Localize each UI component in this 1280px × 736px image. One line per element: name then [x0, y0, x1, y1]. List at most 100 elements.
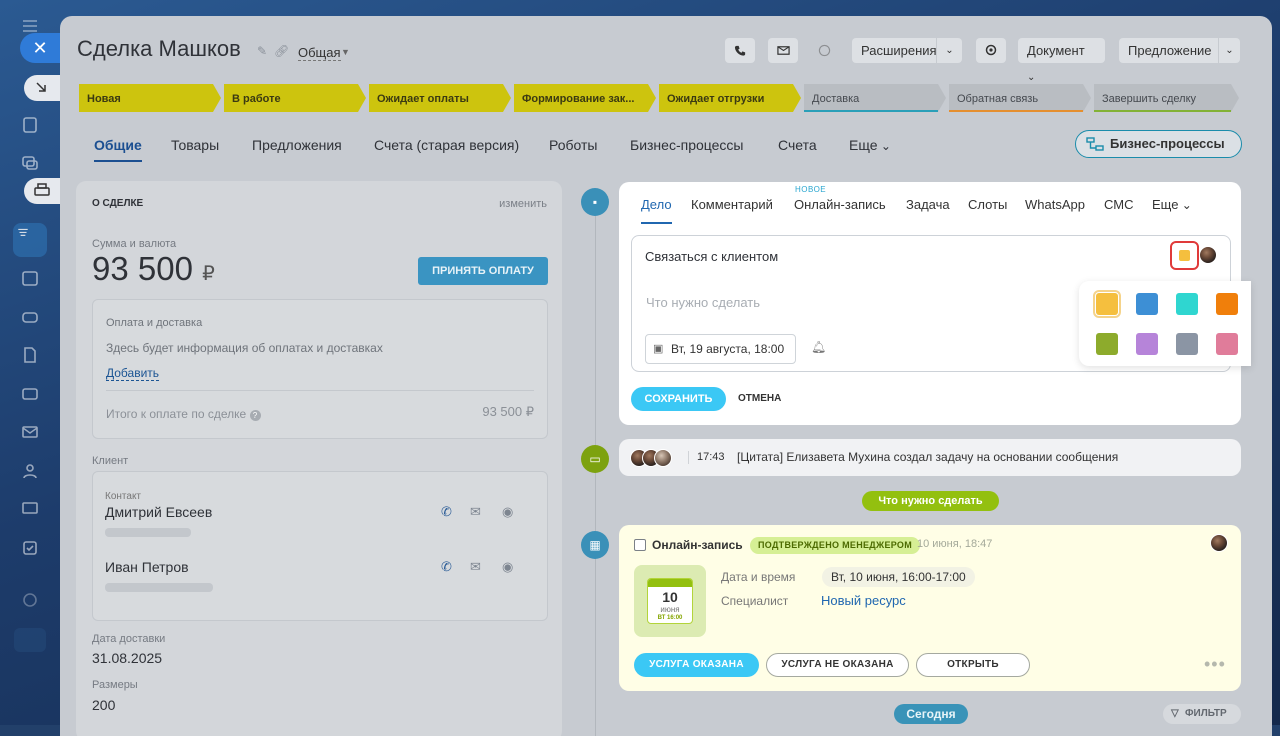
stage-2[interactable]: В работе: [224, 84, 366, 112]
tab-8[interactable]: Еще ⌄: [849, 137, 891, 153]
size-value: 200: [92, 697, 116, 713]
business-process-button[interactable]: Бизнес-процессы: [1075, 130, 1242, 158]
chevron-down-icon: ⌄: [1178, 198, 1192, 212]
mail-icon[interactable]: ✉: [470, 559, 481, 575]
bell-icon[interactable]: 🔔︎: [811, 340, 826, 354]
todo-title-input[interactable]: Связаться с клиентом: [645, 249, 778, 264]
timeline-activity[interactable]: 17:43 [Цитата] Елизавета Мухина создал з…: [619, 439, 1241, 476]
phone-icon[interactable]: ✆: [441, 504, 452, 520]
tab-3[interactable]: Предложения: [252, 137, 342, 153]
color-swatch[interactable]: [1093, 290, 1121, 318]
pencil-icon[interactable]: ✎: [257, 44, 269, 58]
todo-description-input[interactable]: Что нужно сделать: [646, 295, 760, 310]
contact-name[interactable]: Иван Петров: [105, 559, 189, 575]
editor-tab-6[interactable]: WhatsApp: [1025, 197, 1085, 212]
stage-8[interactable]: Завершить сделку: [1094, 84, 1239, 112]
help-icon[interactable]: ?: [249, 410, 261, 421]
tab-2[interactable]: Товары: [171, 137, 219, 153]
document-icon[interactable]: [20, 115, 40, 135]
stage-6[interactable]: Доставка: [804, 84, 946, 112]
link-icon[interactable]: 🔗︎: [274, 44, 289, 58]
color-picker-button[interactable]: [1170, 241, 1199, 270]
editor-tab-7[interactable]: СМС: [1104, 197, 1133, 212]
color-swatch[interactable]: [1216, 333, 1238, 355]
card-icon[interactable]: [20, 384, 40, 404]
avatar[interactable]: [1199, 246, 1217, 264]
editor-tab-3[interactable]: Онлайн-запись: [794, 197, 886, 212]
chevron-down-icon[interactable]: ⌄: [1218, 38, 1240, 63]
deadline-picker[interactable]: ▣ Вт, 19 августа, 18:00: [645, 334, 796, 364]
extensions-button[interactable]: Расширения ⌄: [852, 38, 962, 63]
editor-tab-4[interactable]: Задача: [906, 197, 950, 212]
color-swatch[interactable]: [1216, 293, 1238, 315]
editor-tab-2[interactable]: Комментарий: [691, 197, 773, 212]
crm-filter-icon[interactable]: [13, 223, 47, 257]
color-swatch[interactable]: [1176, 293, 1198, 315]
color-swatch[interactable]: [1136, 293, 1158, 315]
color-swatch[interactable]: [1136, 333, 1158, 355]
stage-7[interactable]: Обратная связь: [949, 84, 1091, 112]
print-icon[interactable]: [24, 178, 60, 204]
app-icon[interactable]: [14, 628, 46, 652]
users-icon[interactable]: [20, 461, 40, 481]
color-swatch[interactable]: [1176, 333, 1198, 355]
editor-tab-1[interactable]: Дело: [641, 197, 672, 224]
tab-5[interactable]: Роботы: [549, 137, 597, 153]
editor-tab-8[interactable]: Еще ⌄: [1152, 197, 1192, 212]
robot-icon[interactable]: [20, 306, 40, 326]
messenger-icon[interactable]: [809, 38, 839, 63]
editor-tab-5[interactable]: Слоты: [968, 197, 1007, 212]
left-sidebar: ✕: [0, 0, 60, 725]
monitor-icon[interactable]: [20, 499, 40, 519]
checkbox-icon[interactable]: [20, 538, 40, 558]
timeline-task-icon: ▪: [581, 188, 609, 216]
settings-icon[interactable]: [20, 590, 40, 610]
specialist-label: Специалист: [721, 594, 789, 608]
chat-icon[interactable]: [20, 153, 40, 173]
payment-text: Здесь будет информация об оплатах и дост…: [106, 341, 383, 355]
tab-7[interactable]: Счета: [778, 137, 817, 153]
category-selector[interactable]: Общая: [298, 45, 341, 61]
accept-payment-button[interactable]: ПРИНЯТЬ ОПЛАТУ: [418, 257, 548, 285]
stage-3[interactable]: Ожидает оплаты: [369, 84, 511, 112]
phone-icon[interactable]: ✆: [441, 559, 452, 575]
minimize-icon[interactable]: [24, 75, 60, 101]
todo-pill[interactable]: Что нужно сделать: [862, 491, 999, 511]
gear-icon[interactable]: [976, 38, 1006, 63]
mail-icon[interactable]: [20, 422, 40, 442]
phone-button[interactable]: [725, 38, 755, 63]
tab-6[interactable]: Бизнес-процессы: [630, 137, 743, 153]
filter-button[interactable]: ▽ ФИЛЬТР: [1163, 704, 1241, 724]
file-icon[interactable]: [20, 345, 40, 365]
specialist-link[interactable]: Новый ресурс: [821, 593, 906, 608]
email-button[interactable]: [768, 38, 798, 63]
avatar[interactable]: [1210, 534, 1228, 552]
stage-label: Доставка: [812, 93, 860, 105]
stage-4[interactable]: Формирование зак...: [514, 84, 656, 112]
calendar-icon[interactable]: [20, 268, 40, 288]
chat-icon[interactable]: ◉: [502, 504, 513, 520]
tab-1[interactable]: Общие: [94, 137, 142, 162]
chevron-down-icon[interactable]: ⌄: [936, 38, 962, 63]
color-swatch[interactable]: [1096, 333, 1118, 355]
calendar-tile: 10 июня ВТ 16:00: [634, 565, 706, 637]
complete-checkbox[interactable]: [634, 539, 646, 551]
stage-5[interactable]: Ожидает отгрузки: [659, 84, 801, 112]
cancel-button[interactable]: ОТМЕНА: [738, 393, 781, 404]
save-button[interactable]: СОХРАНИТЬ: [631, 387, 726, 411]
service-done-button[interactable]: УСЛУГА ОКАЗАНА: [634, 653, 759, 677]
document-button[interactable]: Документ ⌄: [1018, 38, 1105, 83]
chat-icon[interactable]: ◉: [502, 559, 513, 575]
edit-link[interactable]: изменить: [499, 198, 547, 210]
close-slider-button[interactable]: ✕: [20, 33, 60, 63]
service-not-done-button[interactable]: УСЛУГА НЕ ОКАЗАНА: [766, 653, 909, 677]
contact-name[interactable]: Дмитрий Евсеев: [105, 504, 212, 520]
more-icon[interactable]: •••: [1204, 654, 1226, 675]
open-button[interactable]: ОТКРЫТЬ: [916, 653, 1030, 677]
mail-icon[interactable]: ✉: [470, 504, 481, 520]
stage-1[interactable]: Новая: [79, 84, 221, 112]
proposal-button[interactable]: Предложение ⌄: [1119, 38, 1240, 63]
add-payment-link[interactable]: Добавить: [106, 366, 160, 381]
stage-label: Новая: [87, 93, 121, 105]
tab-4[interactable]: Счета (старая версия): [374, 137, 519, 153]
